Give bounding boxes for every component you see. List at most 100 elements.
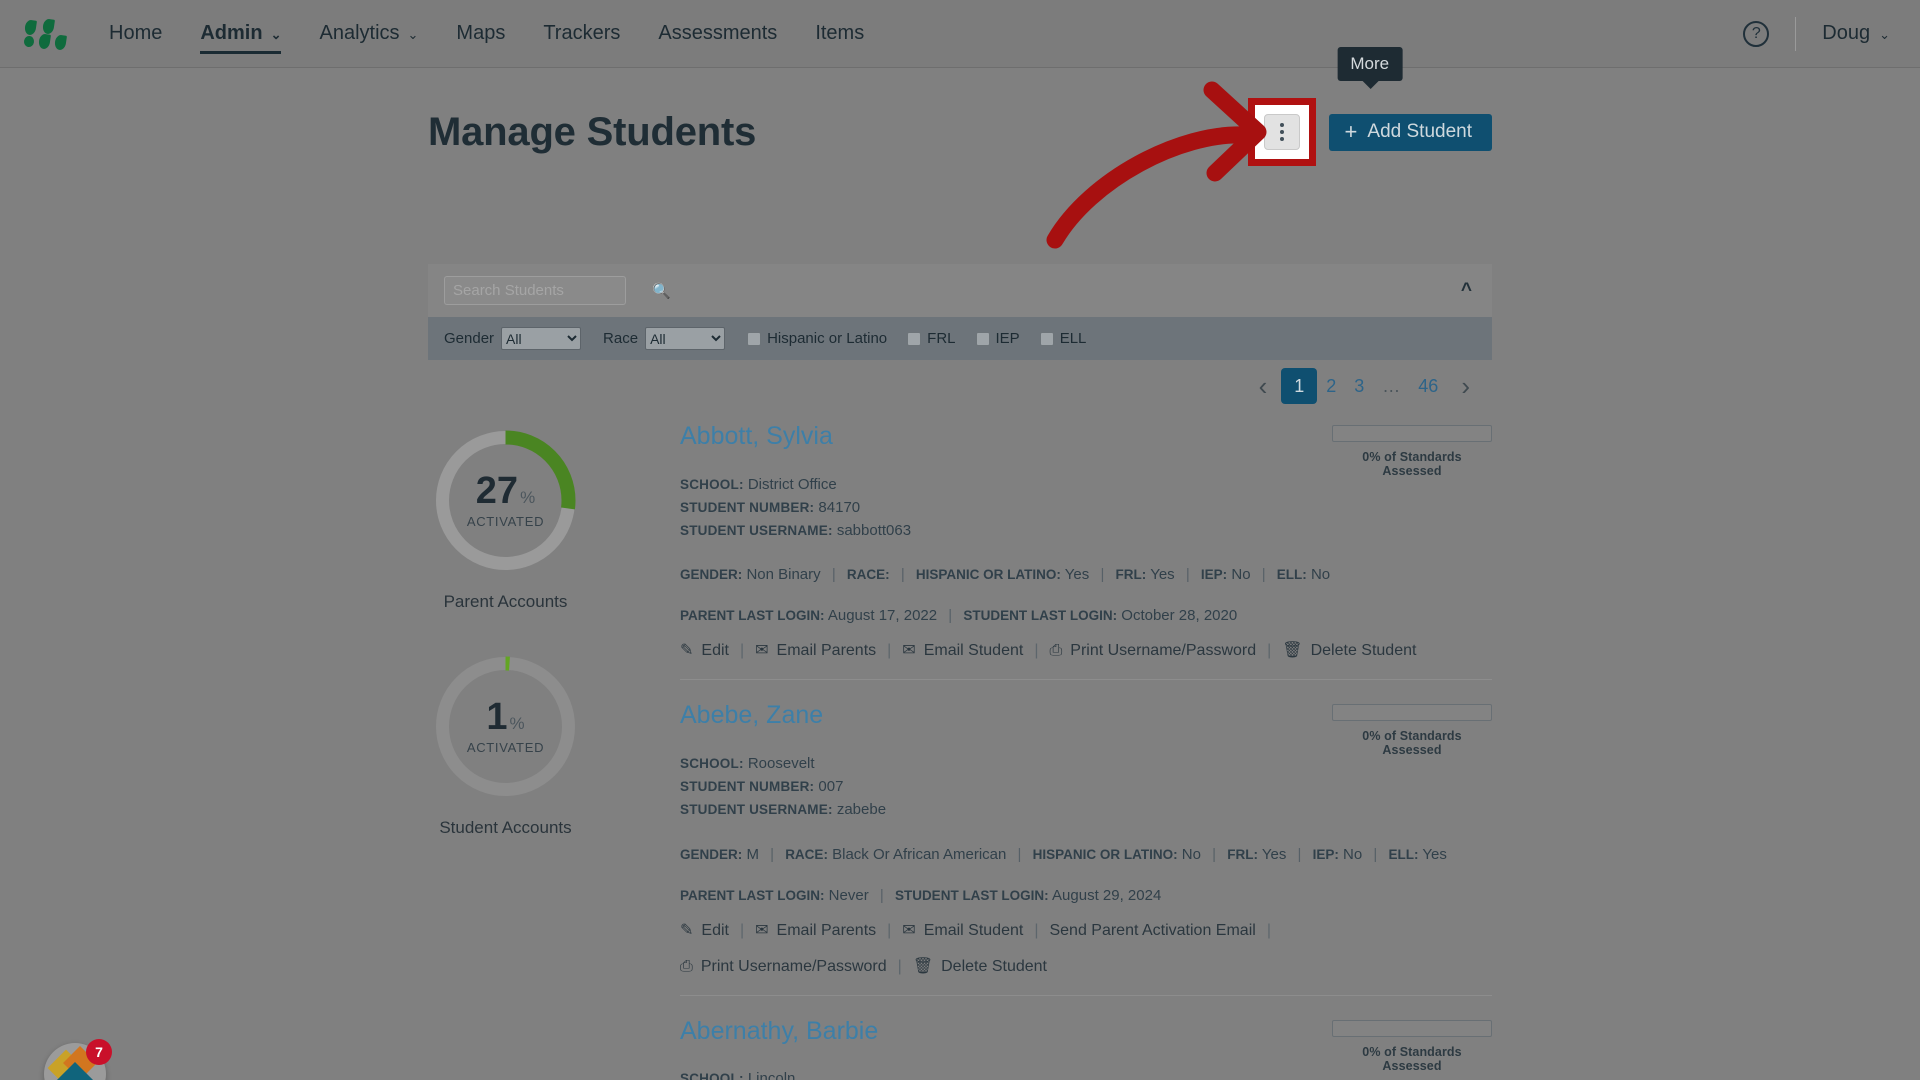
delete-student-action-label: Delete Student — [941, 957, 1047, 975]
email-parents-action[interactable]: ✉ Email Parents — [755, 922, 876, 940]
pagination-prev-chevron-left-icon[interactable]: ‹ — [1245, 373, 1282, 399]
help-widget-button[interactable]: 7 — [44, 1039, 112, 1080]
separator: | — [739, 921, 745, 939]
edit-action[interactable]: ✎ Edit — [680, 922, 729, 940]
student-accounts-activated-label: ACTIVATED — [466, 740, 545, 755]
student-demographics: GENDER: M | RACE: Black Or African Ameri… — [680, 846, 1492, 863]
user-menu[interactable]: Doug ⌄ — [1822, 22, 1890, 45]
print-credentials-action[interactable]: ⎙ Print Username/Password — [1049, 642, 1256, 660]
nav-item-label: Admin — [200, 22, 263, 44]
question-mark-circle-icon[interactable]: ? — [1743, 20, 1770, 47]
add-student-label: Add Student — [1367, 121, 1472, 142]
standards-progress-bar — [1332, 1019, 1492, 1037]
separator: | — [770, 845, 775, 863]
donut-center-text: 1% ACTIVATED — [428, 649, 583, 804]
trash-icon: 🗑 — [1282, 642, 1303, 660]
delete-student-action[interactable]: 🗑 Delete Student — [913, 958, 1047, 976]
nav-item-label: Home — [109, 22, 163, 44]
student-meta: SCHOOL: Roosevelt STUDENT NUMBER: 007 ST… — [680, 752, 1492, 822]
ell-value: Yes — [1422, 845, 1447, 863]
notification-badge: 7 — [86, 1039, 112, 1065]
separator: | — [897, 957, 902, 975]
school-label: SCHOOL: — [680, 1071, 744, 1080]
email-parents-action[interactable]: ✉ Email Parents — [755, 642, 876, 660]
envelope-icon: ✉ — [902, 921, 916, 939]
iep-checkbox-label: IEP — [995, 330, 1020, 347]
race-filter-select[interactable]: All — [645, 327, 726, 350]
pagination-next-chevron-right-icon[interactable]: › — [1447, 373, 1484, 399]
print-credentials-action[interactable]: ⎙ Print Username/Password — [680, 958, 887, 976]
nav-item-trackers[interactable]: Trackers — [524, 0, 639, 68]
email-student-action-label: Email Student — [923, 642, 1024, 660]
frl-filter[interactable]: FRL — [907, 330, 956, 347]
iep-value: No — [1231, 566, 1251, 584]
search-icon: 🔍 — [652, 282, 671, 300]
hispanic-filter[interactable]: Hispanic or Latino — [747, 330, 887, 347]
user-name-label: Doug — [1822, 22, 1871, 44]
send-parent-activation-email-action[interactable]: Send Parent Activation Email — [1049, 922, 1255, 940]
school-label: SCHOOL: — [680, 476, 744, 492]
search-box[interactable]: 🔍 — [444, 276, 671, 305]
iep-checkbox[interactable] — [975, 331, 990, 346]
frl-checkbox[interactable] — [907, 331, 922, 346]
gender-label: GENDER: — [680, 846, 743, 862]
separator: | — [1017, 845, 1022, 863]
header-actions: More + Add Student — [1247, 47, 1492, 166]
iep-filter[interactable]: IEP — [975, 330, 1020, 347]
email-student-action[interactable]: ✉ Email Student — [902, 642, 1023, 660]
nav-item-analytics[interactable]: Analytics ⌄ — [300, 0, 437, 68]
email-parents-action-label: Email Parents — [776, 642, 877, 660]
leaf-cluster-logo-icon[interactable] — [23, 17, 68, 51]
pagination-page-3[interactable]: 3 — [1345, 368, 1373, 404]
nav-item-items[interactable]: Items — [796, 0, 883, 68]
printer-icon: ⎙ — [680, 957, 693, 975]
student-demographics: GENDER: Non Binary | RACE: | HISPANIC OR… — [680, 566, 1492, 583]
add-student-button[interactable]: + Add Student — [1328, 113, 1492, 151]
chevron-up-icon[interactable]: ^ — [1461, 280, 1472, 302]
envelope-icon: ✉ — [902, 642, 916, 660]
nav-item-label: Trackers — [543, 22, 621, 44]
filter-controls-row: Gender All Race All Hispanic or Latino F… — [428, 317, 1492, 360]
nav-item-admin[interactable]: Admin ⌄ — [181, 0, 300, 68]
gender-filter-select[interactable]: All — [501, 327, 582, 350]
separator: | — [1373, 845, 1378, 863]
parent-accounts-value: 27% — [476, 472, 535, 510]
more-tooltip: More — [1337, 47, 1403, 89]
ell-value: No — [1310, 566, 1331, 584]
student-accounts-stat: 1% ACTIVATED Student Accounts — [428, 649, 583, 838]
search-input[interactable] — [453, 282, 652, 299]
pagination-page-46[interactable]: 46 — [1409, 368, 1447, 404]
standards-progress-caption: 0% of Standards Assessed — [1362, 729, 1462, 758]
frl-value: Yes — [1261, 845, 1287, 863]
student-number-label: STUDENT NUMBER: — [680, 499, 815, 515]
more-button[interactable] — [1263, 114, 1300, 150]
standards-progress-bar — [1332, 425, 1492, 442]
ell-checkbox[interactable] — [1039, 331, 1054, 346]
hispanic-checkbox[interactable] — [747, 331, 762, 346]
hispanic-value: Yes — [1064, 566, 1090, 584]
separator: | — [739, 642, 745, 660]
school-value: District Office — [747, 475, 837, 493]
school-value: Roosevelt — [747, 754, 815, 772]
pagination-page-1[interactable]: 1 — [1281, 368, 1318, 404]
separator: | — [831, 566, 836, 584]
nav-item-maps[interactable]: Maps — [437, 0, 524, 68]
email-student-action[interactable]: ✉ Email Student — [902, 922, 1023, 940]
student-list-item: Abebe, Zane 0% of Standards Assessed SCH… — [680, 680, 1492, 996]
edit-action-label: Edit — [701, 642, 729, 660]
ell-filter[interactable]: ELL — [1039, 330, 1087, 347]
nav-item-home[interactable]: Home — [90, 0, 181, 68]
separator: | — [1100, 566, 1105, 584]
plus-icon: + — [1344, 119, 1358, 144]
parent-last-login-label: PARENT LAST LOGIN: — [680, 887, 825, 903]
ell-checkbox-label: ELL — [1059, 330, 1087, 347]
edit-action[interactable]: ✎ Edit — [680, 642, 729, 660]
delete-student-action[interactable]: 🗑 Delete Student — [1282, 642, 1416, 660]
value-number: 1 — [486, 696, 508, 738]
pagination-page-2[interactable]: 2 — [1317, 368, 1345, 404]
ell-label: ELL: — [1276, 567, 1307, 583]
chevron-down-icon: ⌄ — [1879, 27, 1890, 42]
filter-search-row: 🔍 ^ — [428, 264, 1492, 317]
nav-item-assessments[interactable]: Assessments — [639, 0, 796, 68]
chevron-down-icon: ⌄ — [407, 27, 419, 42]
